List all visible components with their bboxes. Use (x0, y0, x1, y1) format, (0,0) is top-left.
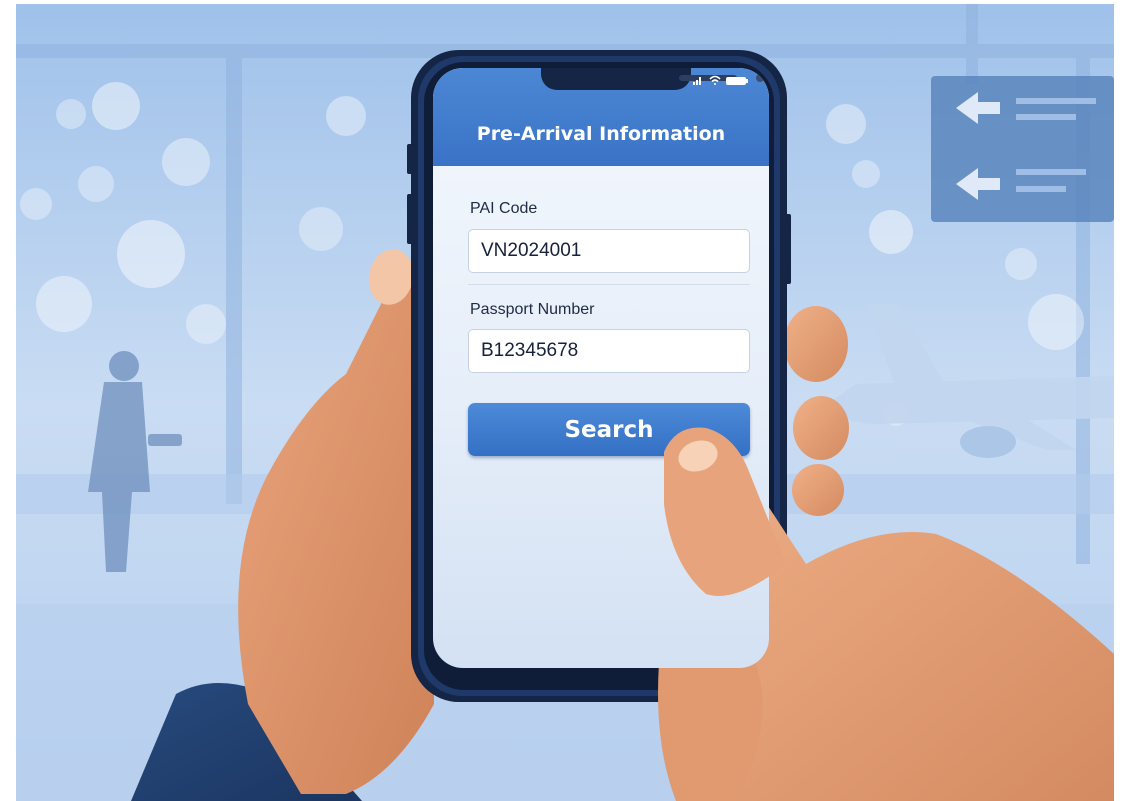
status-bar-icons (693, 75, 748, 85)
phone-screen: Pre-Arrival Information PAI Code Passpor… (433, 68, 769, 668)
signal-icon (693, 77, 701, 85)
camera-icon (756, 74, 764, 82)
pai-code-label: PAI Code (470, 200, 538, 217)
form-divider (468, 284, 750, 285)
wifi-icon (709, 75, 721, 85)
page-title: Pre-Arrival Information (476, 123, 726, 145)
search-button[interactable]: Search (468, 403, 750, 456)
pai-code-input[interactable] (468, 229, 750, 273)
app-header: Pre-Arrival Information (433, 68, 769, 166)
direction-sign (931, 76, 1114, 222)
passport-number-input[interactable] (468, 329, 750, 373)
battery-icon (726, 77, 748, 85)
illustration-scene: Pre-Arrival Information PAI Code Passpor… (16, 4, 1114, 801)
passport-number-label: Passport Number (470, 301, 595, 318)
phone-notch (541, 68, 764, 90)
